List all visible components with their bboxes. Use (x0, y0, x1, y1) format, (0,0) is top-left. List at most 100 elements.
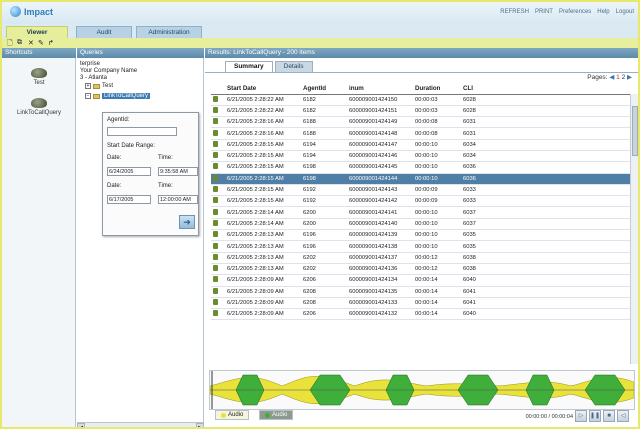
table-row[interactable]: 6/21/2005 2:28:14 AM 6200 600009001424140 0… (211, 218, 631, 231)
row-icon-cell[interactable] (211, 94, 225, 106)
speaker-icon[interactable] (213, 118, 218, 125)
scroll-left-icon[interactable]: ◀ (77, 423, 85, 427)
shortcut-test[interactable]: Test (2, 68, 76, 86)
row-icon-cell[interactable] (211, 206, 225, 219)
to-date-input[interactable]: 6/17/2005 (107, 195, 151, 204)
row-icon-cell[interactable] (211, 127, 225, 140)
row-icon-cell[interactable] (211, 161, 225, 174)
tab-summary[interactable]: Summary (225, 61, 273, 72)
results-vscrollbar[interactable] (630, 94, 638, 364)
tree-node-linktocallquery[interactable]: − LinkToCallQuery (85, 93, 151, 99)
col-start-date[interactable]: Start Date (225, 84, 301, 95)
next-page-icon[interactable]: ▶ (627, 74, 632, 81)
run-query-button[interactable]: ➔ (179, 215, 195, 229)
logout-link[interactable]: Logout (616, 9, 634, 15)
tab-details[interactable]: Details (274, 61, 313, 72)
col-inum[interactable]: inum (347, 84, 413, 95)
expand-icon[interactable]: + (85, 83, 91, 89)
speaker-icon[interactable] (213, 163, 218, 170)
table-row[interactable]: 6/21/2005 2:28:13 AM 6202 600009001424137 0… (211, 252, 631, 264)
from-time-input[interactable]: 9:35:58 AM (158, 167, 198, 176)
tab-administration[interactable]: Administration (136, 26, 202, 38)
row-icon-cell[interactable] (211, 286, 225, 298)
speaker-icon[interactable] (213, 208, 218, 215)
row-icon-cell[interactable] (211, 173, 225, 185)
speaker-icon[interactable] (213, 174, 218, 181)
row-icon-cell[interactable] (211, 308, 225, 321)
speaker-icon[interactable] (213, 265, 218, 272)
copy-icon[interactable]: ⧉ (17, 39, 22, 47)
speaker-icon[interactable] (213, 152, 218, 159)
speaker-icon[interactable] (213, 287, 218, 294)
row-icon-cell[interactable] (211, 218, 225, 231)
run-icon[interactable]: ↱ (48, 39, 54, 47)
speaker-icon[interactable] (213, 186, 218, 193)
table-row[interactable]: 6/21/2005 2:28:15 AM 6198 600009001424145 0… (211, 161, 631, 174)
to-time-input[interactable]: 12:00:00 AM (158, 195, 198, 204)
print-link[interactable]: PRINT (535, 9, 553, 15)
tree-site[interactable]: 3 - Atlanta (80, 75, 107, 81)
col-cli[interactable]: CLI (461, 84, 501, 95)
shortcut-linktocallquery[interactable]: LinkToCallQuery (2, 98, 76, 116)
waveform-view[interactable] (209, 370, 635, 410)
from-date-input[interactable]: 6/24/2005 (107, 167, 151, 176)
table-row[interactable]: 6/21/2005 2:28:09 AM 6206 600009001424134 0… (211, 274, 631, 287)
table-row[interactable]: 6/21/2005 2:28:09 AM 6208 600009001424135 0… (211, 286, 631, 298)
col-agentid[interactable]: AgentId (301, 84, 347, 95)
row-icon-cell[interactable] (211, 184, 225, 197)
speaker-icon[interactable] (213, 197, 218, 204)
tab-viewer[interactable]: Viewer (6, 26, 68, 38)
speaker-icon[interactable] (213, 253, 218, 260)
tree-company[interactable]: Your Company Name (80, 68, 137, 74)
pause-icon[interactable]: ❚❚ (589, 410, 601, 422)
table-row[interactable]: 6/21/2005 2:28:16 AM 6188 600009001424148 0… (211, 127, 631, 140)
table-row[interactable]: 6/21/2005 2:28:13 AM 6202 600009001424136 0… (211, 263, 631, 276)
row-icon-cell[interactable] (211, 252, 225, 264)
delete-icon[interactable]: ✕ (28, 39, 34, 47)
table-row[interactable]: 6/21/2005 2:28:09 AM 6208 600009001424133 0… (211, 297, 631, 310)
table-row[interactable]: 6/21/2005 2:28:14 AM 6200 600009001424141 0… (211, 206, 631, 219)
speaker-icon[interactable] (213, 276, 218, 283)
tab-audit[interactable]: Audit (76, 26, 132, 38)
stop-icon[interactable]: ■ (603, 410, 615, 422)
table-row[interactable]: 6/21/2005 2:28:15 AM 6192 600009001424143 0… (211, 184, 631, 197)
row-icon-cell[interactable] (211, 116, 225, 129)
row-icon-cell[interactable] (211, 274, 225, 287)
help-link[interactable]: Help (597, 9, 609, 15)
speaker-icon[interactable] (213, 129, 218, 136)
row-icon-cell[interactable] (211, 240, 225, 253)
collapse-icon[interactable]: − (85, 93, 91, 99)
tree-enterprise[interactable]: terprise (80, 61, 100, 67)
audio-channel-1-tab[interactable]: Audio (215, 410, 250, 420)
table-row[interactable]: 6/21/2005 2:28:16 AM 6188 600009001424149 0… (211, 116, 631, 129)
speaker-icon[interactable] (213, 106, 218, 113)
prev-page-icon[interactable]: ◀ (609, 74, 614, 81)
speaker-icon[interactable] (213, 242, 218, 249)
table-row[interactable]: 6/21/2005 2:28:15 AM 6194 600009001424147 0… (211, 139, 631, 151)
row-icon-cell[interactable] (211, 150, 225, 163)
scroll-thumb[interactable] (632, 106, 638, 156)
preferences-link[interactable]: Preferences (559, 9, 591, 15)
table-row[interactable]: 6/21/2005 2:28:13 AM 6196 600009001424138 0… (211, 240, 631, 253)
refresh-link[interactable]: REFRESH (500, 9, 529, 15)
table-row[interactable]: 6/21/2005 2:28:09 AM 6206 600009001424132 0… (211, 308, 631, 321)
table-row[interactable]: 6/21/2005 2:28:22 AM 6182 600009001424150 0… (211, 94, 631, 106)
tree-node-test[interactable]: + Test (85, 83, 113, 89)
table-row[interactable]: 6/21/2005 2:28:13 AM 6196 600009001424139 0… (211, 229, 631, 242)
audio-channel-2-tab[interactable]: Audio (259, 410, 294, 420)
scroll-right-icon[interactable]: ▶ (196, 423, 204, 427)
speaker-icon[interactable] (213, 219, 218, 226)
speaker-icon[interactable] (213, 95, 218, 102)
page-next[interactable]: 2 (622, 74, 626, 81)
table-row[interactable]: 6/21/2005 2:28:15 AM 6198 600009001424144 0… (211, 173, 631, 185)
table-row[interactable]: 6/21/2005 2:28:15 AM 6194 600009001424146 0… (211, 150, 631, 163)
table-row[interactable]: 6/21/2005 2:28:15 AM 6192 600009001424142 0… (211, 195, 631, 208)
queries-hscrollbar[interactable]: ◀ ▶ (77, 422, 204, 427)
row-icon-cell[interactable] (211, 105, 225, 118)
row-icon-cell[interactable] (211, 229, 225, 242)
volume-icon[interactable]: ◁ (617, 410, 629, 422)
edit-icon[interactable]: ✎ (38, 39, 44, 47)
play-icon[interactable]: ▷ (575, 410, 587, 422)
row-icon-cell[interactable] (211, 263, 225, 276)
speaker-icon[interactable] (213, 310, 218, 317)
